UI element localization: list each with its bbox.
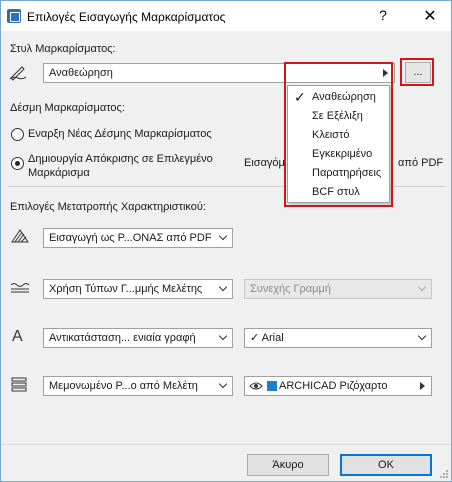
chevron-down-icon xyxy=(218,282,228,292)
font-name: Arial xyxy=(261,332,284,344)
layer-conversion-value: Μεμονωμένο Ρ...ο από Μελέτη xyxy=(49,380,198,392)
layer-name: ARCHICAD Ριζόχαρτο xyxy=(279,380,388,392)
markup-style-label: Στυλ Μαρκαρίσματος: xyxy=(10,43,116,55)
footer-separator xyxy=(1,444,451,445)
line-type-value: Συνεχής Γραμμή xyxy=(250,283,331,295)
font-select[interactable]: ✓ Arial xyxy=(244,328,432,348)
radio-reply-label-line2: Μαρκάρισμα xyxy=(28,167,90,179)
check-icon: ✓ xyxy=(250,332,260,344)
radio-reply-markup[interactable] xyxy=(11,157,24,170)
fill-conversion-select[interactable]: Εισαγωγή ως Ρ...ΟΝΑΣ από PDF xyxy=(43,228,233,248)
title-bar: Επιλογές Εισαγωγής Μαρκαρίσματος ? ✕ xyxy=(1,1,451,31)
layer-select[interactable]: ARCHICAD Ριζόχαρτο xyxy=(244,376,432,396)
font-conversion-select[interactable]: Αντικατάσταση... ενιαία γραφή xyxy=(43,328,233,348)
import-markup-options-dialog: Επιλογές Εισαγωγής Μαρκαρίσματος ? ✕ Στυ… xyxy=(0,0,452,482)
reply-target-value-right: από PDF xyxy=(398,157,444,169)
font-conversion-value: Αντικατάσταση... ενιαία γραφή xyxy=(49,332,196,344)
ok-button[interactable]: OK xyxy=(340,454,432,476)
close-icon[interactable]: ✕ xyxy=(421,6,439,26)
chevron-down-icon xyxy=(218,231,228,241)
resize-grip-icon[interactable] xyxy=(439,469,449,479)
app-icon xyxy=(7,9,21,23)
markup-set-label: Δέσμη Μαρκαρίσματος: xyxy=(10,102,125,114)
layer-color-icon xyxy=(267,381,277,391)
line-conversion-value: Χρήση Τύπων Γ...μμής Μελέτης xyxy=(49,283,203,295)
pen-icon xyxy=(9,65,27,83)
chevron-down-icon xyxy=(417,331,427,341)
cancel-button[interactable]: Άκυρο xyxy=(247,454,329,476)
highlight-box-dropdown xyxy=(284,62,393,207)
fill-icon xyxy=(10,228,29,246)
eye-icon xyxy=(249,380,263,395)
reply-target-value-left: Εισαγόμ xyxy=(244,157,285,169)
text-icon: A xyxy=(12,328,23,345)
line-conversion-select[interactable]: Χρήση Τύπων Γ...μμής Μελέτης xyxy=(43,279,233,299)
markup-style-value: Αναθεώρηση xyxy=(49,67,113,79)
line-type-select: Συνεχής Γραμμή xyxy=(244,279,432,299)
chevron-down-icon xyxy=(218,331,228,341)
attribute-conversion-label: Επιλογές Μετατροπής Χαρακτηριστικού: xyxy=(10,201,206,213)
dialog-title: Επιλογές Εισαγωγής Μαρκαρίσματος xyxy=(27,10,226,24)
radio-new-markup-set-label: Εναρξη Νέας Δέσμης Μαρκαρίσματος xyxy=(28,128,212,140)
submenu-arrow-icon xyxy=(420,382,425,390)
chevron-down-icon xyxy=(417,282,427,292)
layer-conversion-select[interactable]: Μεμονωμένο Ρ...ο από Μελέτη xyxy=(43,376,233,396)
chevron-down-icon xyxy=(218,379,228,389)
help-icon[interactable]: ? xyxy=(375,7,391,23)
highlight-box-more-button xyxy=(400,58,434,86)
line-type-icon xyxy=(10,280,30,298)
fill-conversion-value: Εισαγωγή ως Ρ...ΟΝΑΣ από PDF xyxy=(49,232,212,244)
radio-reply-label-line1: Δημιουργία Απόκρισης σε Επιλεγμένο xyxy=(28,153,213,165)
radio-new-markup-set[interactable] xyxy=(11,128,24,141)
layers-icon xyxy=(10,376,28,394)
